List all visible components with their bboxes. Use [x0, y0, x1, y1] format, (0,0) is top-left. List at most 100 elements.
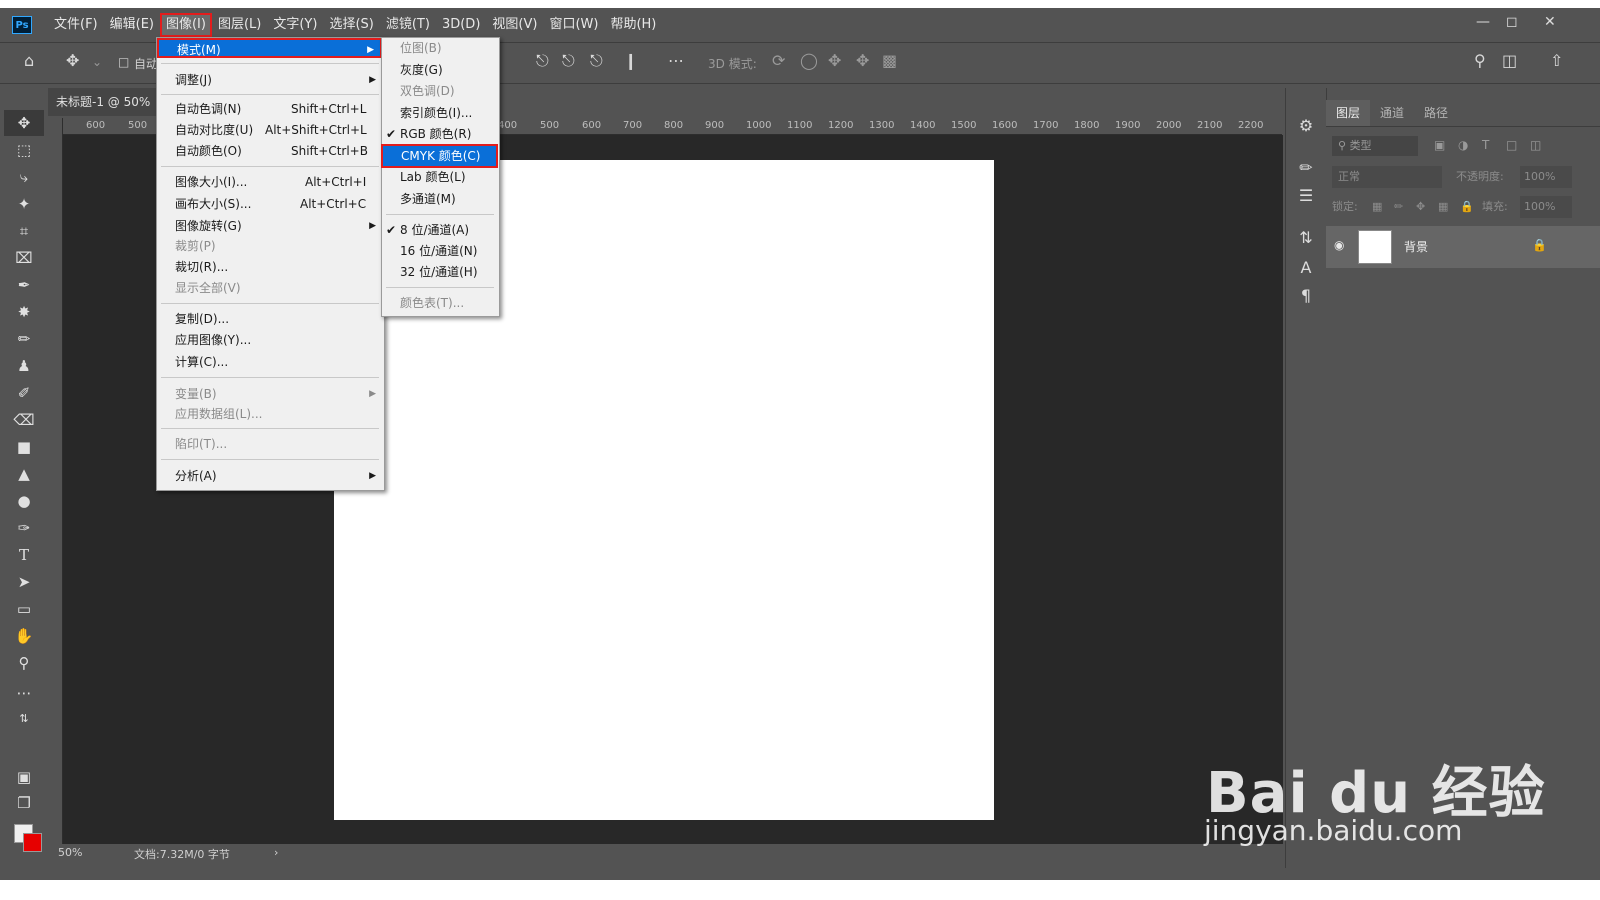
layer-name[interactable]: 背景 — [1404, 238, 1428, 255]
pen-tool-icon[interactable]: ✑ — [4, 515, 44, 541]
lasso-tool-icon[interactable]: ⤷ — [4, 164, 44, 190]
layer-lock-icon[interactable]: 🔒 — [1532, 238, 1547, 252]
dodge-tool-icon[interactable]: ● — [4, 488, 44, 514]
document-tab[interactable]: 未标题-1 @ 50% — [48, 88, 156, 116]
align-bottom-icon[interactable]: ⎋ — [590, 51, 603, 71]
menu-item-8-bit[interactable]: ✔ 8 位/通道(A) — [382, 220, 497, 240]
menu-item-apply-image[interactable]: 应用图像(Y)... — [157, 330, 382, 350]
auto-select-checkbox[interactable]: □ — [118, 55, 129, 69]
menu-image[interactable]: 图像(I) — [159, 13, 212, 37]
adjustment-filter-icon[interactable]: ◑ — [1458, 138, 1468, 152]
menu-item-duplicate[interactable]: 复制(D)... — [157, 309, 382, 329]
marquee-tool-icon[interactable]: ⬚ — [4, 137, 44, 163]
crop-tool-icon[interactable]: ⌗ — [4, 218, 44, 244]
learn-panel-icon[interactable]: ⚙ — [1286, 116, 1326, 135]
lock-artboard-icon[interactable]: ▦ — [1438, 196, 1448, 218]
zoom-tool-icon[interactable]: ⚲ — [4, 650, 44, 676]
chevron-down-icon[interactable]: ⌄ — [92, 55, 102, 69]
menu-window[interactable]: 窗口(W) — [543, 15, 604, 35]
brush-settings-icon[interactable]: ✏ — [1286, 158, 1326, 177]
rectangle-tool-icon[interactable]: ▭ — [4, 596, 44, 622]
paragraph-panel-icon[interactable]: ¶ — [1286, 286, 1326, 305]
visibility-eye-icon[interactable]: ◉ — [1334, 238, 1344, 252]
frame-tool-icon[interactable]: ⌧ — [4, 245, 44, 271]
stamp-tool-icon[interactable]: ♟ — [4, 353, 44, 379]
minimize-icon[interactable]: — — [1476, 14, 1490, 30]
home-icon[interactable]: ⌂ — [24, 51, 34, 70]
3d-orbit-icon[interactable]: ⟳ — [772, 51, 785, 70]
type-tool-icon[interactable]: T — [4, 542, 44, 568]
menu-item-duotone[interactable]: 双色调(D) — [382, 81, 497, 101]
distribute-icon[interactable]: ❙ — [624, 51, 637, 70]
type-filter-icon[interactable]: T — [1482, 138, 1489, 152]
swap-colors-icon[interactable]: ⇅ — [4, 706, 44, 732]
magic-wand-tool-icon[interactable]: ✦ — [4, 191, 44, 217]
3d-roll-icon[interactable]: ◯ — [800, 51, 818, 70]
menu-3d[interactable]: 3D(D) — [436, 15, 486, 35]
more-tools-icon[interactable]: ⋯ — [4, 680, 44, 706]
blur-tool-icon[interactable]: ▲ — [4, 461, 44, 487]
menu-item-reveal-all[interactable]: 显示全部(V) — [157, 278, 382, 298]
menu-item-auto-tone[interactable]: 自动色调(N) Shift+Ctrl+L — [157, 99, 382, 119]
search-icon[interactable]: ⚲ — [1474, 51, 1486, 70]
brush-tool-icon[interactable]: ✏ — [4, 326, 44, 352]
3d-pan-icon[interactable]: ✥ — [828, 51, 841, 70]
adjustments-icon[interactable]: ☰ — [1286, 186, 1326, 205]
menu-type[interactable]: 文字(Y) — [267, 15, 323, 35]
tab-channels[interactable]: 通道 — [1370, 100, 1414, 126]
3d-slide-icon[interactable]: ✥ — [856, 51, 869, 70]
menu-item-cmyk-color[interactable]: CMYK 颜色(C) — [381, 144, 498, 168]
align-top-icon[interactable]: ⎋ — [536, 51, 549, 71]
menu-item-rgb-color[interactable]: ✔ RGB 颜色(R) — [382, 124, 497, 144]
lock-transparent-icon[interactable]: ▦ — [1372, 196, 1382, 218]
menu-item-lab-color[interactable]: Lab 颜色(L) — [382, 167, 497, 187]
move-tool-icon[interactable]: ✥ — [4, 110, 44, 136]
tab-paths[interactable]: 路径 — [1414, 100, 1458, 126]
lock-all-icon[interactable]: 🔒 — [1460, 196, 1474, 218]
menu-item-image-size[interactable]: 图像大小(I)... Alt+Ctrl+I — [157, 172, 382, 192]
background-color-swatch[interactable] — [23, 833, 42, 852]
more-options-icon[interactable]: ⋯ — [668, 51, 684, 70]
lock-position-icon[interactable]: ✥ — [1416, 196, 1425, 218]
maximize-icon[interactable]: ◻ — [1506, 14, 1518, 30]
screen-mode-icon[interactable]: ❐ — [4, 790, 44, 816]
opacity-input[interactable]: 100% — [1520, 166, 1572, 188]
workspace-icon[interactable]: ◫ — [1502, 51, 1517, 70]
menu-file[interactable]: 文件(F) — [48, 15, 104, 35]
eyedropper-tool-icon[interactable]: ✒ — [4, 272, 44, 298]
menu-item-color-table[interactable]: 颜色表(T)... — [382, 293, 497, 313]
menu-item-variables[interactable]: 变量(B) ▶ — [157, 384, 382, 404]
menu-item-auto-contrast[interactable]: 自动对比度(U) Alt+Shift+Ctrl+L — [157, 120, 382, 140]
menu-item-bitmap[interactable]: 位图(B) — [382, 38, 497, 58]
character-panel-icon[interactable]: A — [1286, 258, 1326, 277]
blend-mode-select[interactable]: 正常 — [1332, 166, 1442, 188]
menu-item-grayscale[interactable]: 灰度(G) — [382, 60, 497, 80]
status-chevron-right-icon[interactable]: › — [274, 846, 278, 859]
layer-filter-select[interactable]: ⚲ 类型 — [1332, 136, 1418, 156]
menu-filter[interactable]: 滤镜(T) — [380, 15, 436, 35]
menu-item-16-bit[interactable]: 16 位/通道(N) — [382, 241, 497, 261]
menu-item-analysis[interactable]: 分析(A) ▶ — [157, 466, 382, 486]
menu-item-calculations[interactable]: 计算(C)... — [157, 352, 382, 372]
menu-item-trap[interactable]: 陷印(T)... — [157, 434, 382, 454]
menu-layer[interactable]: 图层(L) — [212, 15, 267, 35]
menu-item-multichannel[interactable]: 多通道(M) — [382, 189, 497, 209]
move-tool-icon[interactable]: ✥ — [66, 51, 79, 70]
share-icon[interactable]: ⇧ — [1550, 51, 1563, 70]
fill-input[interactable]: 100% — [1520, 196, 1572, 218]
clone-source-icon[interactable]: ⇅ — [1286, 228, 1326, 247]
hand-tool-icon[interactable]: ✋ — [4, 623, 44, 649]
align-vcenter-icon[interactable]: ⎋ — [562, 51, 575, 71]
lock-pixels-icon[interactable]: ✏ — [1394, 196, 1403, 218]
quick-mask-icon[interactable]: ▣ — [4, 764, 44, 790]
menu-item-32-bit[interactable]: 32 位/通道(H) — [382, 262, 497, 282]
healing-brush-tool-icon[interactable]: ✸ — [4, 299, 44, 325]
shape-filter-icon[interactable]: □ — [1506, 138, 1517, 152]
menu-item-apply-data-set[interactable]: 应用数据组(L)... — [157, 404, 382, 424]
menu-item-canvas-size[interactable]: 画布大小(S)... Alt+Ctrl+C — [157, 194, 382, 214]
gradient-tool-icon[interactable]: ■ — [4, 434, 44, 460]
menu-item-adjustments[interactable]: 调整(J) ▶ — [157, 70, 382, 90]
menu-help[interactable]: 帮助(H) — [604, 15, 662, 35]
history-brush-tool-icon[interactable]: ✐ — [4, 380, 44, 406]
pixel-filter-icon[interactable]: ▣ — [1434, 138, 1445, 152]
